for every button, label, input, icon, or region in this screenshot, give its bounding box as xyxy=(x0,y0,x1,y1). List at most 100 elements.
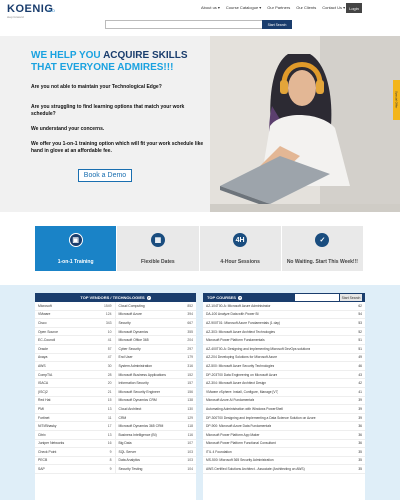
vendor-name: EC-Council xyxy=(38,338,56,343)
vendor-item[interactable]: ISACA 20 xyxy=(35,379,116,388)
vendor-item[interactable]: Fortinet 11 xyxy=(35,413,116,423)
logo[interactable]: KOENIG step forward xyxy=(7,3,53,19)
vendor-item[interactable]: Microsoft Dynamics 355 xyxy=(115,328,196,337)
course-item[interactable]: AZ-304: Microsoft Azure Architect Design… xyxy=(203,379,365,388)
course-count: 41 xyxy=(358,389,362,394)
vendor-name: SQL Server xyxy=(118,449,137,454)
vendor-item[interactable]: Microsoft Dynamics 365 CRM 118 xyxy=(115,422,196,431)
course-item[interactable]: DP-203T00 Data Engineering on Microsoft … xyxy=(203,371,365,380)
course-name: Microsoft Power Platform App Maker xyxy=(206,432,260,437)
nav-our-clients[interactable]: Our Clients xyxy=(293,4,319,12)
course-count: 62 xyxy=(358,303,362,308)
vendor-item[interactable]: Security Testing 104 xyxy=(115,465,196,474)
info-icon[interactable]: ? xyxy=(146,295,151,300)
vendor-count: 41 xyxy=(107,338,112,343)
vendor-item[interactable]: End User 179 xyxy=(115,354,196,363)
login-button[interactable]: Login xyxy=(346,3,362,13)
course-item[interactable]: AZ-204 Developing Solutions for Microsof… xyxy=(203,354,365,363)
vendor-item[interactable]: Information Security 157 xyxy=(115,379,196,388)
vendor-item[interactable]: NITI/Bhasky 17 xyxy=(35,422,116,431)
vendor-item[interactable]: CompTIA 28 xyxy=(35,370,116,380)
course-item[interactable]: AZ-104T00-A: Microsoft Azure Administrat… xyxy=(203,302,365,311)
vendor-item[interactable]: Big Data 107 xyxy=(115,440,196,449)
vendor-item[interactable]: PECB 8 xyxy=(35,456,116,466)
vendor-item[interactable]: Microsoft Business Applications 152 xyxy=(115,371,196,380)
feature-label: No Waiting. Start This Week!!! xyxy=(286,259,358,265)
vendor-item[interactable]: Microsoft Security Engineer 156 xyxy=(115,388,196,397)
course-item[interactable]: AZ-303: Microsoft Azure Architect Techno… xyxy=(203,328,365,337)
nav-about-us[interactable]: About us ▾ xyxy=(198,4,223,12)
vendor-item[interactable]: Microsoft Azure 394 xyxy=(115,311,196,320)
info-icon[interactable]: ? xyxy=(237,295,242,300)
nav-course-catalogue[interactable]: Course Catalogue ▾ xyxy=(223,4,264,12)
nav-our-partners[interactable]: Our Partners xyxy=(264,4,293,12)
feature-flexible-dates[interactable]: ▦ Flexible Dates xyxy=(117,226,200,271)
vendor-item[interactable]: Cloud Architect 130 xyxy=(115,405,196,414)
vendor-name: Security xyxy=(118,320,131,325)
course-item[interactable]: MS-500: Microsoft 365 Security Administr… xyxy=(203,457,365,466)
vendor-item[interactable]: Oracle 57 xyxy=(35,344,116,354)
vendor-item[interactable]: Data Analytics 103 xyxy=(115,457,196,466)
course-search-button[interactable]: Start Search xyxy=(340,294,362,301)
vendors-title: TOP VENDORS / TECHNOLOGIES xyxy=(80,295,145,300)
vendor-item[interactable]: Microsoft 1549 xyxy=(35,302,116,311)
course-item[interactable]: DP-900: Microsoft Azure Data Fundamental… xyxy=(203,422,365,431)
vendor-item[interactable]: Microsoft Office 365 204 xyxy=(115,336,196,345)
vendor-item[interactable]: Citrix 13 xyxy=(35,430,116,440)
vendor-item[interactable]: (ISC)2 21 xyxy=(35,387,116,397)
presentation-icon: ▣ xyxy=(68,233,83,247)
feature-1-on-1-training[interactable]: ▣ 1-on-1 Training xyxy=(35,226,118,271)
course-item[interactable]: Microsoft Power Platform Fundamentals 51 xyxy=(203,336,365,345)
special-offer-tab[interactable]: Special Offer xyxy=(393,80,400,120)
hero-title-part: ACQUIRE SKILLS xyxy=(100,50,188,61)
nav-contact-us[interactable]: Contact Us ▾ xyxy=(319,4,348,12)
vendor-item[interactable]: Cyber Security 297 xyxy=(115,345,196,354)
course-item[interactable]: Automating Administration with Windows P… xyxy=(203,405,365,414)
course-item[interactable]: AZ-400T00-A: Designing and Implementing … xyxy=(203,345,365,354)
course-item[interactable]: AZ-500: Microsoft Azure Security Technol… xyxy=(203,362,365,371)
course-search-input[interactable] xyxy=(295,294,339,301)
vendor-count: 9 xyxy=(109,449,112,454)
vendor-count: 21 xyxy=(107,389,112,394)
course-item[interactable]: DA-100 Analyze Data with Power BI 54 xyxy=(203,311,365,320)
course-name: Microsoft Power Platform Fundamentals xyxy=(206,338,265,343)
vendor-item[interactable]: Red Hat 15 xyxy=(35,396,116,406)
course-item[interactable]: DP-300T00 Designing and Implementing a D… xyxy=(203,414,365,423)
book-demo-button[interactable]: Book a Demo xyxy=(78,169,132,182)
feature-4-hour-sessions[interactable]: 4H 4-Hour Sessions xyxy=(199,226,282,271)
course-item[interactable]: Microsoft Power Platform Functional Cons… xyxy=(203,440,365,449)
vendor-item[interactable]: PMI 13 xyxy=(35,405,116,414)
course-item[interactable]: AZ-900T01: Microsoft Azure Fundamentals … xyxy=(203,319,365,328)
vendor-count: 156 xyxy=(187,389,193,394)
course-name: AZ-900T01: Microsoft Azure Fundamentals … xyxy=(206,320,281,325)
search-button[interactable]: Start Search xyxy=(262,20,292,29)
feature-no-waiting[interactable]: ✓ No Waiting. Start This Week!!! xyxy=(281,226,364,271)
course-item[interactable]: Microsoft Power Platform App Maker 36 xyxy=(203,431,365,440)
course-item[interactable]: AWS Certified Solutions Architect - Asso… xyxy=(203,465,365,474)
vendor-item[interactable]: Microsoft Dynamics CRM 138 xyxy=(115,397,196,406)
vendor-item[interactable]: Cisco 343 xyxy=(35,319,116,328)
vendor-item[interactable]: SAP 9 xyxy=(35,465,116,474)
vendor-name: Microsoft Dynamics xyxy=(118,329,149,334)
vendor-count: 9 xyxy=(109,467,112,472)
vendor-item[interactable]: Avaya 47 xyxy=(35,353,116,363)
vendor-name: Microsoft Office 365 xyxy=(118,338,149,343)
vendor-item[interactable]: Cloud Computing 852 xyxy=(115,302,196,311)
vendor-item[interactable]: Business Intelligence (BI) 116 xyxy=(115,431,196,440)
vendor-count: 343 xyxy=(105,320,112,325)
vendor-item[interactable]: Check Point 9 xyxy=(35,448,116,457)
vendor-item[interactable]: Open Source 10 xyxy=(35,327,116,337)
vendor-item[interactable]: VMware 124 xyxy=(35,310,116,320)
vendor-item[interactable]: Juniper Networks 16 xyxy=(35,439,116,449)
course-item[interactable]: Microsoft Azure AI Fundamentals 39 xyxy=(203,397,365,406)
vendor-item[interactable]: System Administration 316 xyxy=(115,362,196,371)
vendor-item[interactable]: Security 667 xyxy=(115,319,196,328)
vendor-count: 13 xyxy=(107,406,112,411)
vendor-item[interactable]: SQL Server 103 xyxy=(115,448,196,457)
course-item[interactable]: VMware vSphere: Install, Configure, Mana… xyxy=(203,388,365,397)
course-item[interactable]: ITIL 4 Foundation 35 xyxy=(203,448,365,457)
vendor-item[interactable]: AWS 30 xyxy=(35,362,116,371)
vendors-grid: Microsoft 1549 Cloud Computing 852 VMware 124… xyxy=(35,302,196,474)
vendor-item[interactable]: CRM 129 xyxy=(115,414,196,423)
vendor-item[interactable]: EC-Council 41 xyxy=(35,336,116,345)
